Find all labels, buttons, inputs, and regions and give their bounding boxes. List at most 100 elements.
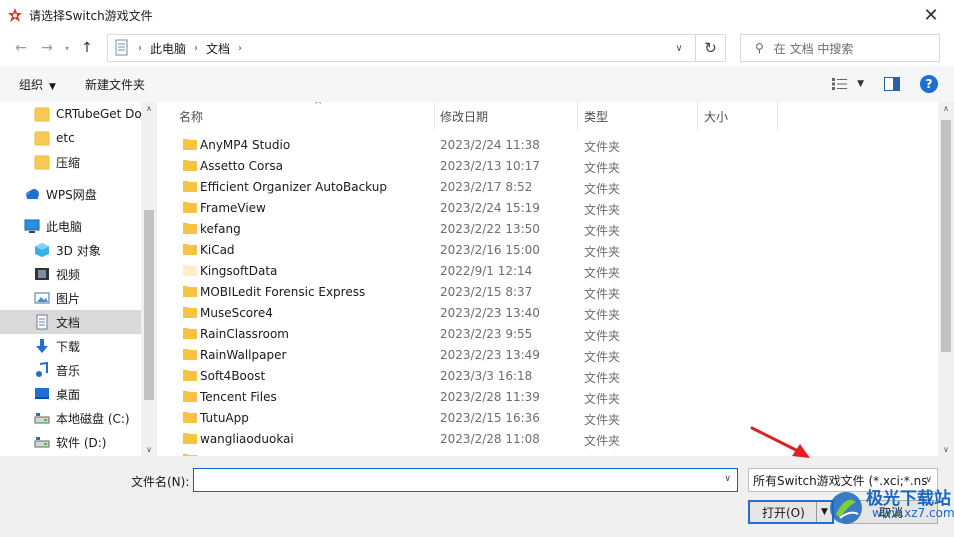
sidebar-item[interactable]: CRTubeGet Do <box>0 102 141 126</box>
watermark-text-bottom: www.xz7.com <box>872 506 954 520</box>
sidebar-item[interactable]: 此电脑 <box>0 214 141 238</box>
preview-pane-icon[interactable] <box>884 77 900 91</box>
column-header-date[interactable]: 修改日期 <box>435 102 578 130</box>
recent-locations-button[interactable]: ▾ <box>60 35 74 61</box>
file-date: 2023/2/17 8:52 <box>440 180 533 194</box>
file-row[interactable]: TutuApp 2023/2/15 16:36 文件夹 <box>173 408 793 429</box>
organize-button[interactable]: 组织 ▼ <box>19 76 56 93</box>
file-type: 文件夹 <box>584 287 621 301</box>
help-icon[interactable]: ? <box>920 75 938 93</box>
view-options-icon[interactable] <box>831 77 849 91</box>
file-row[interactable]: MOBILedit Forensic Express 2023/2/15 8:37… <box>173 282 793 303</box>
column-header-type[interactable]: 类型 <box>578 102 698 130</box>
file-type: 文件夹 <box>584 245 621 259</box>
cloud-icon <box>26 189 39 199</box>
file-row[interactable]: Tencent Files 2023/2/28 11:39 文件夹 <box>173 387 793 408</box>
filename-label: 文件名(N): <box>131 475 190 489</box>
scroll-up-icon[interactable]: ∧ <box>938 104 954 113</box>
file-type: 文件夹 <box>584 266 621 280</box>
file-row[interactable]: wangliaoduokai 2023/2/28 11:08 文件夹 <box>173 429 793 450</box>
sidebar-item[interactable]: etc <box>0 126 141 150</box>
folder-icon <box>183 160 197 171</box>
file-type: 文件夹 <box>584 434 621 448</box>
column-header-size[interactable]: 大小 <box>698 102 778 130</box>
scroll-up-icon[interactable]: ∧ <box>141 104 157 113</box>
file-row[interactable]: MuseScore4 2023/2/23 13:40 文件夹 <box>173 303 793 324</box>
sidebar-item-label: 音乐 <box>56 363 81 378</box>
breadcrumb-documents[interactable]: 文档 <box>206 40 230 57</box>
sidebar-item-label: 视频 <box>56 267 81 282</box>
file-name: RainWallpaper <box>200 348 287 362</box>
sidebar-item[interactable]: 文档 <box>0 310 141 334</box>
file-name: Efficient Organizer AutoBackup <box>200 180 387 194</box>
file-row[interactable]: FrameView 2023/2/24 15:19 文件夹 <box>173 198 793 219</box>
address-bar[interactable]: › 此电脑 › 文档 › ∨ ↻ <box>107 34 726 62</box>
search-input[interactable]: ⚲ 在 文档 中搜索 <box>740 34 940 62</box>
file-name: wangliaoduokai <box>200 432 294 446</box>
scroll-down-icon[interactable]: ∨ <box>141 445 157 454</box>
close-button[interactable]: ✕ <box>908 0 954 30</box>
file-date: 2022/9/1 12:14 <box>440 264 533 278</box>
file-row[interactable]: RainWallpaper 2023/2/23 13:49 文件夹 <box>173 345 793 366</box>
file-row[interactable]: KiCad 2023/2/16 15:00 文件夹 <box>173 240 793 261</box>
file-list-scrollbar[interactable]: ∧ ∨ <box>938 102 954 456</box>
file-date: 2023/2/15 16:36 <box>440 411 540 425</box>
up-button[interactable]: ↑ <box>74 35 100 61</box>
refresh-button[interactable]: ↻ <box>695 35 725 61</box>
file-row[interactable]: AnyMP4 Studio 2023/2/24 11:38 文件夹 <box>173 135 793 156</box>
sidebar-scrollbar[interactable]: ∧ ∨ <box>141 102 157 456</box>
file-date: 2023/2/23 9:55 <box>440 327 533 341</box>
file-name: Tencent Files <box>200 390 277 404</box>
folder-icon <box>183 223 197 234</box>
folder-icon <box>183 244 197 255</box>
caret-down-icon[interactable]: ▼ <box>857 79 864 89</box>
file-name: RainClassroom <box>200 327 289 341</box>
chevron-down-icon[interactable]: ∨ <box>724 474 731 484</box>
new-folder-button[interactable]: 新建文件夹 <box>85 76 145 93</box>
scrollbar-thumb[interactable] <box>144 210 154 400</box>
file-row[interactable]: kefang 2023/2/22 13:50 文件夹 <box>173 219 793 240</box>
address-dropdown-button[interactable]: ∨ <box>665 35 693 61</box>
sidebar-item[interactable]: 本地磁盘 (C:) <box>0 406 141 430</box>
document-location-icon <box>115 39 128 56</box>
sidebar-item[interactable]: 软件 (D:) <box>0 430 141 454</box>
file-date: 2023/2/24 15:19 <box>440 201 540 215</box>
close-icon: ✕ <box>923 4 939 26</box>
search-placeholder: 在 文档 中搜索 <box>773 41 854 56</box>
column-header-name[interactable]: 名称 ^ <box>173 102 435 130</box>
breadcrumb-this-pc[interactable]: 此电脑 <box>150 40 186 57</box>
sidebar-item[interactable]: 下载 <box>0 334 141 358</box>
file-type: 文件夹 <box>584 140 621 154</box>
file-type: 文件夹 <box>584 161 621 175</box>
sidebar-item[interactable]: 压缩 <box>0 150 141 174</box>
sort-up-icon: ^ <box>314 102 323 111</box>
drive-icon <box>34 437 50 448</box>
open-button[interactable]: 打开(O) ▼ <box>748 500 834 524</box>
filename-input[interactable]: ∨ <box>193 468 738 492</box>
sidebar-item[interactable]: 音乐 <box>0 358 141 382</box>
file-type: 文件夹 <box>584 350 621 364</box>
file-row[interactable]: Assetto Corsa 2023/2/13 10:17 文件夹 <box>173 156 793 177</box>
sidebar-item[interactable]: 3D 对象 <box>0 238 141 262</box>
sidebar-item[interactable]: 桌面 <box>0 382 141 406</box>
file-row[interactable]: Soft4Boost 2023/3/3 16:18 文件夹 <box>173 366 793 387</box>
back-button[interactable]: ← <box>8 35 34 61</box>
file-row[interactable]: RainClassroom 2023/2/23 9:55 文件夹 <box>173 324 793 345</box>
file-row[interactable]: KingsoftData 2022/9/1 12:14 文件夹 <box>173 261 793 282</box>
watermark: 极光下载站 www.xz7.com <box>826 482 954 532</box>
sidebar-item[interactable]: WPS网盘 <box>0 182 141 206</box>
scroll-down-icon[interactable]: ∨ <box>938 445 954 454</box>
column-type-label: 类型 <box>584 109 609 124</box>
forward-button[interactable]: → <box>34 35 60 61</box>
sidebar-item-label: etc <box>56 131 75 145</box>
sidebar-item[interactable]: 图片 <box>0 286 141 310</box>
file-name: kefang <box>200 222 241 236</box>
file-row[interactable]: Efficient Organizer AutoBackup 2023/2/17 … <box>173 177 793 198</box>
search-icon: ⚲ <box>755 41 764 55</box>
sidebar-item[interactable]: 视频 <box>0 262 141 286</box>
file-name: KingsoftData <box>200 264 278 278</box>
picture-icon <box>34 292 50 304</box>
folder-icon <box>183 139 197 150</box>
scrollbar-thumb[interactable] <box>941 120 951 352</box>
folder-icon <box>183 286 197 297</box>
